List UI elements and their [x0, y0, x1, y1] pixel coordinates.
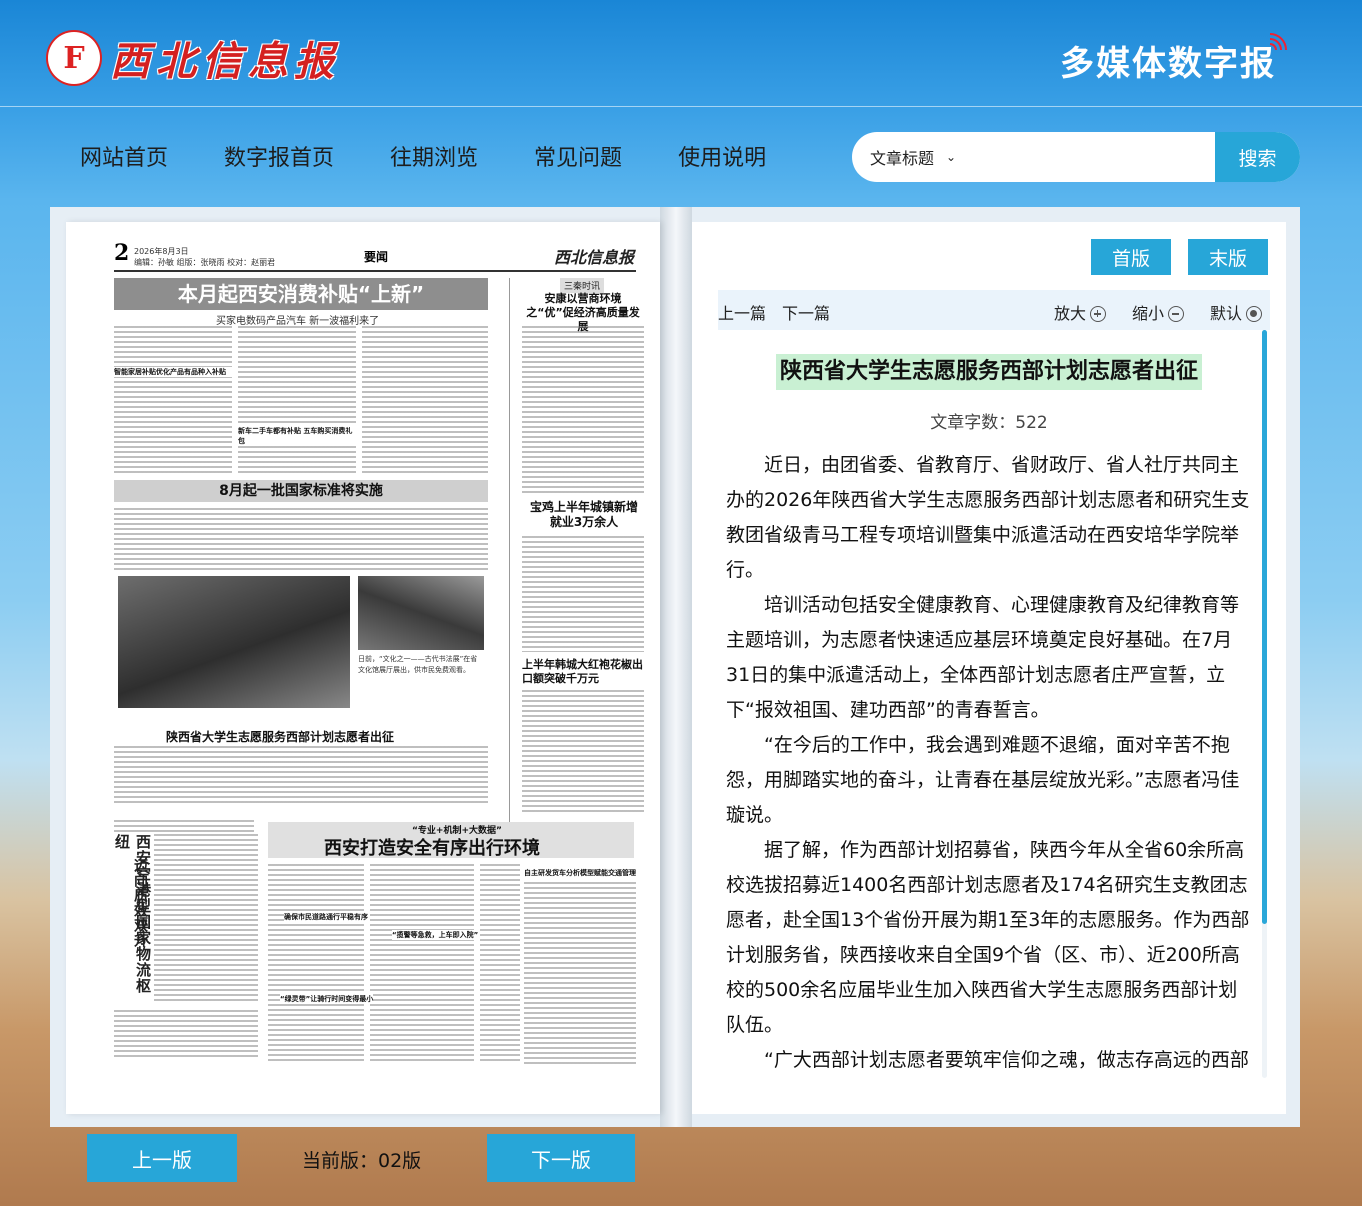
- np-photo-1[interactable]: [118, 576, 350, 708]
- article-body: 近日，由团省委、省教育厅、省财政厅、省人社厅共同主办的2026年陕西省大学生志愿…: [726, 448, 1254, 1078]
- brand-title: 多媒体数字报: [1060, 44, 1276, 84]
- article-toolbar: 上一篇 下一篇 放大 缩小 默认: [718, 290, 1270, 330]
- first-page-button[interactable]: 首版: [1091, 239, 1171, 275]
- article-paragraph: “在今后的工作中，我会遇到难题不退缩，面对辛苦不抱怨，用脚踏实地的奋斗，让青春在…: [726, 734, 1240, 826]
- np-headline-1[interactable]: 本月起西安消费补贴“上新”: [114, 278, 488, 310]
- np-headline-3[interactable]: 陕西省大学生志愿服务西部计划志愿者出征: [166, 728, 394, 745]
- article-paragraph: 近日，由团省委、省教育厅、省财政厅、省人社厅共同主办的2026年陕西省大学生志愿…: [726, 454, 1250, 581]
- prev-article-link[interactable]: 上一篇: [718, 300, 766, 324]
- np-photo-2[interactable]: [358, 576, 484, 650]
- nav-help[interactable]: 使用说明: [678, 140, 766, 172]
- np-headline-2[interactable]: 8月起一批国家标准将实施: [114, 480, 488, 502]
- next-article-link[interactable]: 下一篇: [782, 300, 830, 324]
- nav-faq[interactable]: 常见问题: [534, 140, 622, 172]
- prev-page-button[interactable]: 上一版: [87, 1134, 237, 1182]
- article-scrollbar[interactable]: [1262, 330, 1267, 1078]
- zoom-out-button[interactable]: 缩小: [1132, 300, 1185, 324]
- next-page-button[interactable]: 下一版: [487, 1134, 635, 1182]
- article-paragraph: “广大西部计划志愿者要筑牢信仰之魂，做志存高远的西部计划志愿者: [764, 1049, 1249, 1071]
- header-divider: [0, 106, 1362, 107]
- search-button[interactable]: 搜索: [1215, 132, 1300, 182]
- book-spine: [660, 207, 692, 1127]
- nav-archive[interactable]: 往期浏览: [390, 140, 478, 172]
- last-page-button[interactable]: 末版: [1188, 239, 1268, 275]
- np-headline-4[interactable]: 西安打造安全有序出行环境: [324, 834, 540, 860]
- plus-icon: [1090, 306, 1107, 322]
- search-field-select[interactable]: 文章标题 ⌄: [852, 132, 974, 182]
- nav-digital-home[interactable]: 数字报首页: [224, 140, 334, 172]
- np-side-headline-2[interactable]: 宝鸡上半年城镇新增就业3万余人: [528, 500, 640, 530]
- search-input[interactable]: [974, 132, 1215, 182]
- nav-home[interactable]: 网站首页: [80, 140, 168, 172]
- article-paragraph: 据了解，作为西部计划招募省，陕西今年从全省60余所高校选拔招募近1400名西部计…: [726, 839, 1250, 1036]
- signal-icon: [1269, 33, 1287, 51]
- main-nav: 网站首页 数字报首页 往期浏览 常见问题 使用说明: [80, 140, 822, 172]
- zoom-in-button[interactable]: 放大: [1054, 300, 1107, 324]
- scrollbar-thumb[interactable]: [1262, 330, 1267, 924]
- logo-emblem-icon: F: [48, 32, 100, 84]
- radio-icon: [1246, 306, 1263, 322]
- np-side-headline-3[interactable]: 上半年韩城大红袍花椒出口额突破千万元: [522, 658, 644, 686]
- word-count: 文章字数：522: [930, 413, 1048, 433]
- newspaper-header: 2 2026年8月3日 编辑：孙敏 组版：张晓雨 校对：赵丽君 要闻 西北信息报: [114, 240, 636, 272]
- current-page-label: 当前版：02版: [302, 1150, 422, 1172]
- search-bar: 文章标题 ⌄ 搜索: [852, 132, 1300, 182]
- article-paragraph: 培训活动包括安全健康教育、心理健康教育及纪律教育等主题培训，为志愿者快速适应基层…: [726, 594, 1240, 721]
- logo-text: 西北信息报: [110, 38, 340, 85]
- chevron-down-icon: ⌄: [946, 150, 957, 164]
- zoom-default-button[interactable]: 默认: [1210, 300, 1263, 324]
- article-title: 陕西省大学生志愿服务西部计划志愿者出征: [776, 354, 1203, 390]
- minus-icon: [1168, 306, 1185, 322]
- site-logo[interactable]: F 西北信息报: [48, 28, 340, 88]
- newspaper-page[interactable]: 2 2026年8月3日 编辑：孙敏 组版：张晓雨 校对：赵丽君 要闻 西北信息报…: [66, 222, 660, 1114]
